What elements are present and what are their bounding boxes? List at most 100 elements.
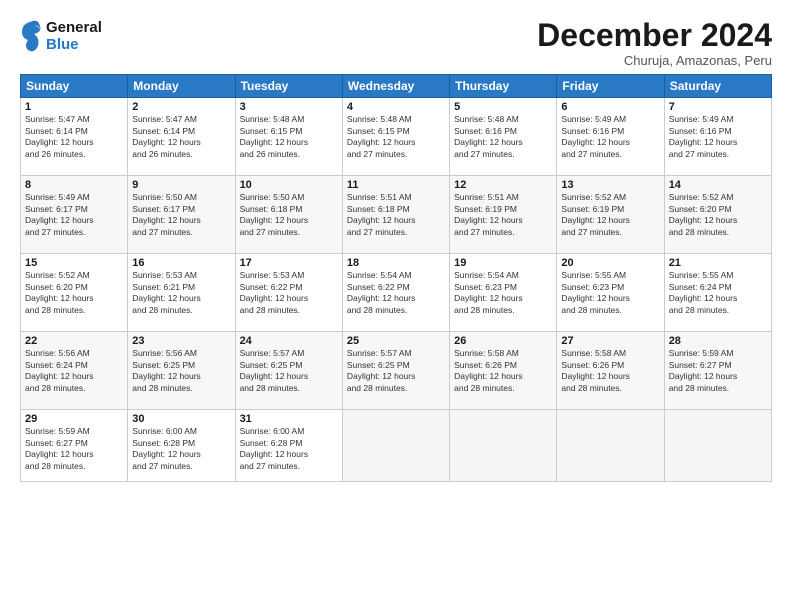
day-number: 3	[240, 101, 338, 113]
day-info: Sunrise: 5:49 AM Sunset: 6:17 PM Dayligh…	[25, 192, 123, 238]
week-row-2: 8Sunrise: 5:49 AM Sunset: 6:17 PM Daylig…	[21, 176, 772, 254]
day-number: 20	[561, 257, 659, 269]
calendar-cell: 13Sunrise: 5:52 AM Sunset: 6:19 PM Dayli…	[557, 176, 664, 254]
header: General Blue December 2024 Churuja, Amaz…	[20, 18, 772, 68]
month-title: December 2024	[537, 18, 772, 53]
calendar-cell: 17Sunrise: 5:53 AM Sunset: 6:22 PM Dayli…	[235, 254, 342, 332]
day-info: Sunrise: 5:53 AM Sunset: 6:21 PM Dayligh…	[132, 270, 230, 316]
calendar-cell: 29Sunrise: 5:59 AM Sunset: 6:27 PM Dayli…	[21, 410, 128, 482]
calendar-cell: 11Sunrise: 5:51 AM Sunset: 6:18 PM Dayli…	[342, 176, 449, 254]
day-info: Sunrise: 5:49 AM Sunset: 6:16 PM Dayligh…	[561, 114, 659, 160]
day-number: 6	[561, 101, 659, 113]
calendar-cell: 24Sunrise: 5:57 AM Sunset: 6:25 PM Dayli…	[235, 332, 342, 410]
weekday-header-sunday: Sunday	[21, 75, 128, 98]
calendar-cell	[664, 410, 771, 482]
day-number: 15	[25, 257, 123, 269]
day-number: 30	[132, 413, 230, 425]
day-number: 12	[454, 179, 552, 191]
day-info: Sunrise: 5:55 AM Sunset: 6:23 PM Dayligh…	[561, 270, 659, 316]
day-info: Sunrise: 5:58 AM Sunset: 6:26 PM Dayligh…	[454, 348, 552, 394]
calendar-cell: 27Sunrise: 5:58 AM Sunset: 6:26 PM Dayli…	[557, 332, 664, 410]
day-info: Sunrise: 5:48 AM Sunset: 6:15 PM Dayligh…	[347, 114, 445, 160]
logo-blue: Blue	[46, 36, 102, 53]
day-info: Sunrise: 5:54 AM Sunset: 6:23 PM Dayligh…	[454, 270, 552, 316]
calendar-cell: 1Sunrise: 5:47 AM Sunset: 6:14 PM Daylig…	[21, 98, 128, 176]
title-block: December 2024 Churuja, Amazonas, Peru	[537, 18, 772, 68]
day-info: Sunrise: 5:51 AM Sunset: 6:19 PM Dayligh…	[454, 192, 552, 238]
week-row-4: 22Sunrise: 5:56 AM Sunset: 6:24 PM Dayli…	[21, 332, 772, 410]
day-number: 25	[347, 335, 445, 347]
calendar-cell: 9Sunrise: 5:50 AM Sunset: 6:17 PM Daylig…	[128, 176, 235, 254]
day-number: 21	[669, 257, 767, 269]
calendar-cell: 19Sunrise: 5:54 AM Sunset: 6:23 PM Dayli…	[450, 254, 557, 332]
calendar-cell: 25Sunrise: 5:57 AM Sunset: 6:25 PM Dayli…	[342, 332, 449, 410]
calendar-cell: 7Sunrise: 5:49 AM Sunset: 6:16 PM Daylig…	[664, 98, 771, 176]
calendar-cell: 18Sunrise: 5:54 AM Sunset: 6:22 PM Dayli…	[342, 254, 449, 332]
calendar-cell: 14Sunrise: 5:52 AM Sunset: 6:20 PM Dayli…	[664, 176, 771, 254]
day-number: 26	[454, 335, 552, 347]
day-info: Sunrise: 6:00 AM Sunset: 6:28 PM Dayligh…	[132, 426, 230, 472]
weekday-header-wednesday: Wednesday	[342, 75, 449, 98]
day-number: 17	[240, 257, 338, 269]
day-number: 2	[132, 101, 230, 113]
day-info: Sunrise: 5:49 AM Sunset: 6:16 PM Dayligh…	[669, 114, 767, 160]
day-info: Sunrise: 5:52 AM Sunset: 6:20 PM Dayligh…	[25, 270, 123, 316]
day-number: 11	[347, 179, 445, 191]
day-number: 10	[240, 179, 338, 191]
day-info: Sunrise: 5:48 AM Sunset: 6:16 PM Dayligh…	[454, 114, 552, 160]
day-info: Sunrise: 5:59 AM Sunset: 6:27 PM Dayligh…	[669, 348, 767, 394]
week-row-3: 15Sunrise: 5:52 AM Sunset: 6:20 PM Dayli…	[21, 254, 772, 332]
calendar-cell: 4Sunrise: 5:48 AM Sunset: 6:15 PM Daylig…	[342, 98, 449, 176]
logo: General Blue	[20, 18, 102, 54]
day-number: 27	[561, 335, 659, 347]
day-number: 29	[25, 413, 123, 425]
calendar-cell: 20Sunrise: 5:55 AM Sunset: 6:23 PM Dayli…	[557, 254, 664, 332]
day-info: Sunrise: 5:59 AM Sunset: 6:27 PM Dayligh…	[25, 426, 123, 472]
weekday-header-saturday: Saturday	[664, 75, 771, 98]
calendar-cell: 2Sunrise: 5:47 AM Sunset: 6:14 PM Daylig…	[128, 98, 235, 176]
day-info: Sunrise: 5:58 AM Sunset: 6:26 PM Dayligh…	[561, 348, 659, 394]
calendar-cell: 26Sunrise: 5:58 AM Sunset: 6:26 PM Dayli…	[450, 332, 557, 410]
day-number: 24	[240, 335, 338, 347]
calendar-cell: 21Sunrise: 5:55 AM Sunset: 6:24 PM Dayli…	[664, 254, 771, 332]
day-info: Sunrise: 5:48 AM Sunset: 6:15 PM Dayligh…	[240, 114, 338, 160]
weekday-header-friday: Friday	[557, 75, 664, 98]
day-number: 4	[347, 101, 445, 113]
day-number: 9	[132, 179, 230, 191]
day-number: 23	[132, 335, 230, 347]
calendar-cell: 6Sunrise: 5:49 AM Sunset: 6:16 PM Daylig…	[557, 98, 664, 176]
day-info: Sunrise: 5:47 AM Sunset: 6:14 PM Dayligh…	[132, 114, 230, 160]
day-info: Sunrise: 5:55 AM Sunset: 6:24 PM Dayligh…	[669, 270, 767, 316]
calendar-cell: 23Sunrise: 5:56 AM Sunset: 6:25 PM Dayli…	[128, 332, 235, 410]
weekday-header-thursday: Thursday	[450, 75, 557, 98]
day-number: 1	[25, 101, 123, 113]
day-number: 28	[669, 335, 767, 347]
day-info: Sunrise: 6:00 AM Sunset: 6:28 PM Dayligh…	[240, 426, 338, 472]
day-info: Sunrise: 5:50 AM Sunset: 6:17 PM Dayligh…	[132, 192, 230, 238]
week-row-5: 29Sunrise: 5:59 AM Sunset: 6:27 PM Dayli…	[21, 410, 772, 482]
calendar-cell: 28Sunrise: 5:59 AM Sunset: 6:27 PM Dayli…	[664, 332, 771, 410]
day-number: 18	[347, 257, 445, 269]
day-number: 16	[132, 257, 230, 269]
calendar-cell	[557, 410, 664, 482]
day-number: 22	[25, 335, 123, 347]
calendar-cell: 10Sunrise: 5:50 AM Sunset: 6:18 PM Dayli…	[235, 176, 342, 254]
day-number: 19	[454, 257, 552, 269]
calendar-cell: 15Sunrise: 5:52 AM Sunset: 6:20 PM Dayli…	[21, 254, 128, 332]
weekday-header-row: SundayMondayTuesdayWednesdayThursdayFrid…	[21, 75, 772, 98]
calendar-cell	[450, 410, 557, 482]
day-number: 31	[240, 413, 338, 425]
calendar-cell: 22Sunrise: 5:56 AM Sunset: 6:24 PM Dayli…	[21, 332, 128, 410]
day-info: Sunrise: 5:47 AM Sunset: 6:14 PM Dayligh…	[25, 114, 123, 160]
calendar-cell: 31Sunrise: 6:00 AM Sunset: 6:28 PM Dayli…	[235, 410, 342, 482]
weekday-header-tuesday: Tuesday	[235, 75, 342, 98]
logo-general: General	[46, 19, 102, 36]
calendar-cell: 8Sunrise: 5:49 AM Sunset: 6:17 PM Daylig…	[21, 176, 128, 254]
day-info: Sunrise: 5:57 AM Sunset: 6:25 PM Dayligh…	[240, 348, 338, 394]
day-info: Sunrise: 5:56 AM Sunset: 6:25 PM Dayligh…	[132, 348, 230, 394]
day-number: 5	[454, 101, 552, 113]
logo-bird-icon	[20, 18, 42, 54]
day-number: 13	[561, 179, 659, 191]
day-number: 14	[669, 179, 767, 191]
subtitle: Churuja, Amazonas, Peru	[537, 53, 772, 68]
